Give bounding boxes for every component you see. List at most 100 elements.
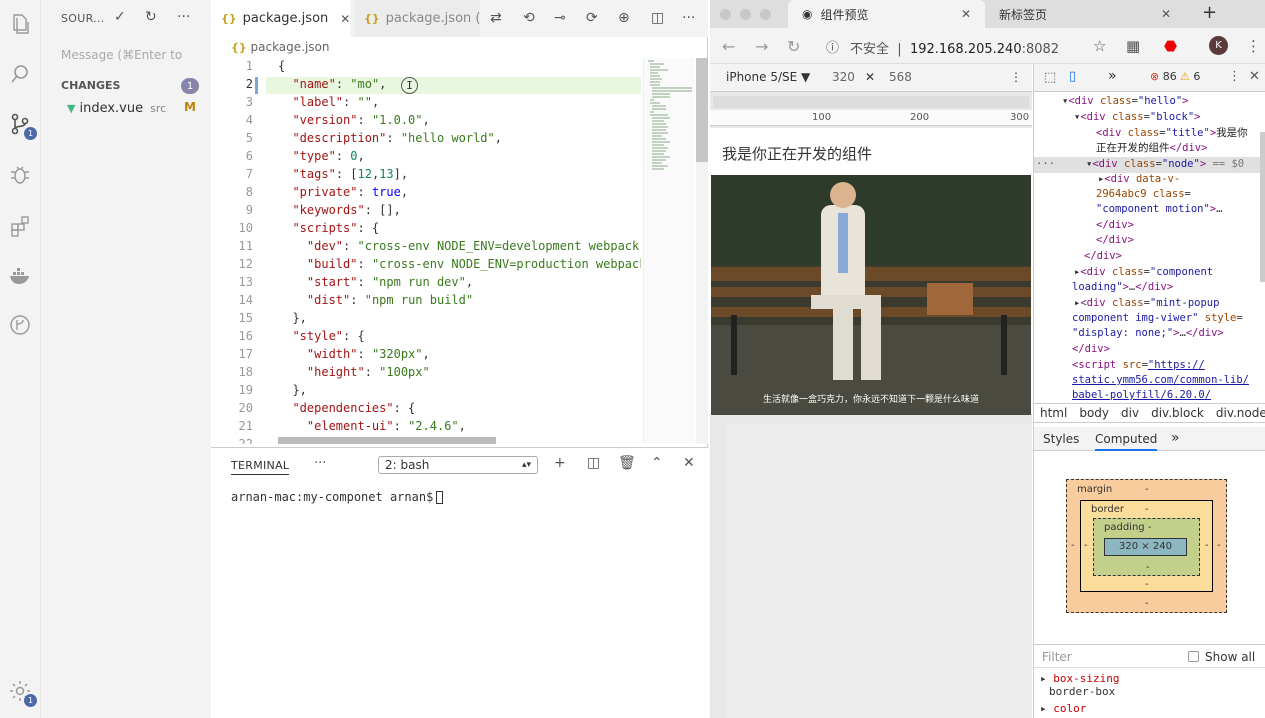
changes-header[interactable]: CHANGES: [61, 79, 120, 92]
code-line[interactable]: "tags": [12,13],: [278, 167, 408, 181]
dom-line[interactable]: </div>: [1084, 249, 1122, 265]
forward-arrow-icon[interactable]: →: [755, 37, 768, 56]
dom-line[interactable]: ▾<div class="hello">: [1062, 94, 1188, 110]
qr-code-icon[interactable]: ▦: [1126, 37, 1140, 55]
code-line[interactable]: "name": "mo",: [278, 77, 386, 91]
split-editor-icon[interactable]: ◫: [651, 10, 664, 26]
settings-gear-icon[interactable]: 1: [6, 677, 37, 707]
dom-line[interactable]: loading">…</div>: [1072, 280, 1173, 296]
git-graph-icon[interactable]: [6, 311, 34, 339]
code-line[interactable]: },: [278, 311, 306, 325]
code-line[interactable]: "style": {: [278, 329, 364, 343]
window-zoom-dot[interactable]: [760, 9, 771, 20]
tab-package-json[interactable]: {} package.json ✕: [211, 0, 350, 37]
crumb-div[interactable]: div: [1121, 406, 1139, 420]
more-tabs-icon[interactable]: »: [1108, 68, 1117, 84]
show-all-checkbox[interactable]: [1188, 651, 1199, 662]
horizontal-scrollbar[interactable]: [278, 437, 496, 444]
elements-tree[interactable]: ▾<div class="hello"> ▾<div class="block"…: [1034, 92, 1265, 404]
terminal-prompt[interactable]: arnan-mac:my-componet arnan$: [231, 490, 444, 504]
code-line[interactable]: "label": "",: [278, 95, 379, 109]
dom-line[interactable]: <div class="title">我是你: [1096, 126, 1248, 142]
device-width-input[interactable]: 320: [832, 70, 855, 84]
terminal-tab[interactable]: TERMINAL: [231, 459, 290, 475]
code-line[interactable]: "width": "320px",: [278, 347, 430, 361]
close-icon[interactable]: ✕: [961, 7, 971, 21]
breadcrumb[interactable]: {} package.json: [231, 40, 330, 54]
source-control-icon[interactable]: 1: [6, 110, 37, 140]
code-line[interactable]: "dev": "cross-env NODE_ENV=development w…: [278, 239, 641, 253]
window-minimize-dot[interactable]: [740, 9, 751, 20]
code-line[interactable]: "description": "hello world",: [278, 131, 502, 145]
device-height-input[interactable]: 568: [889, 70, 912, 84]
terminal-select[interactable]: 2: bash ▴▾: [378, 456, 538, 474]
dom-line[interactable]: </div>: [1072, 342, 1110, 358]
crumb-div-node[interactable]: div.node: [1216, 406, 1265, 420]
code-line[interactable]: "build": "cross-env NODE_ENV=production …: [278, 257, 641, 271]
device-select[interactable]: iPhone 5/SE ▼: [726, 70, 810, 84]
forrest-gump-photo[interactable]: 生活就像一盒巧克力，你永远不知道下一颗是什么味道: [711, 175, 1031, 415]
reload-icon[interactable]: ↻: [787, 37, 800, 56]
dom-line[interactable]: ▸<div data-v-: [1098, 172, 1180, 188]
dom-line[interactable]: "component motion">…: [1096, 202, 1222, 218]
devtools-menu-icon[interactable]: ⋮: [1228, 69, 1241, 84]
compare-changes-icon[interactable]: ⇄: [490, 10, 502, 26]
code-line[interactable]: "type": 0,: [278, 149, 364, 163]
dom-line[interactable]: <script src="https://: [1072, 358, 1205, 374]
close-icon[interactable]: ✕: [1249, 69, 1260, 84]
box-model-content[interactable]: 320 × 240: [1104, 538, 1187, 556]
computed-prop-box-sizing[interactable]: ▸ box-sizing: [1040, 672, 1119, 685]
dom-line[interactable]: babel-polyfill/6.20.0/: [1072, 388, 1211, 404]
split-terminal-icon[interactable]: ◫: [587, 455, 600, 471]
browser-tab-new[interactable]: 新标签页 ✕: [985, 0, 1185, 28]
extensions-icon[interactable]: [6, 212, 34, 240]
warning-count[interactable]: ⚠ 6: [1180, 70, 1200, 83]
previous-change-icon[interactable]: ⟲: [523, 10, 535, 26]
more-actions-icon[interactable]: ···: [314, 456, 326, 471]
address-bar[interactable]: 不安全 | 192.168.205.240:8082: [850, 38, 1059, 57]
dom-line[interactable]: 2964abc9 class=: [1096, 187, 1191, 203]
back-arrow-icon[interactable]: ←: [722, 37, 735, 56]
tab-styles[interactable]: Styles: [1043, 432, 1079, 446]
adblock-icon[interactable]: ⬣: [1164, 37, 1177, 55]
tab-computed[interactable]: Computed: [1095, 432, 1158, 451]
search-icon[interactable]: [6, 60, 34, 88]
device-options-icon[interactable]: ⋮: [1010, 70, 1022, 84]
close-icon[interactable]: ✕: [1161, 7, 1171, 21]
explorer-icon[interactable]: [6, 10, 34, 38]
chrome-menu-icon[interactable]: ⋮: [1246, 37, 1261, 55]
dom-line[interactable]: </div>: [1096, 218, 1134, 234]
dom-line[interactable]: ▸<div class="mint-popup: [1074, 296, 1219, 312]
close-icon[interactable]: ✕: [683, 455, 695, 471]
more-tabs-icon[interactable]: »: [1171, 430, 1180, 446]
crumb-html[interactable]: html: [1040, 406, 1067, 420]
git-lens-icon[interactable]: ⊕: [618, 10, 630, 26]
browser-tab-preview[interactable]: ◉ 组件预览 ✕: [788, 0, 985, 28]
device-toggle-icon[interactable]: ▯: [1069, 69, 1076, 84]
dom-line-selected[interactable]: ··· ▾<div class="node"> == $0: [1034, 157, 1265, 173]
dom-line[interactable]: 正在开发的组件</div>: [1096, 141, 1207, 157]
code-line[interactable]: {: [278, 59, 285, 73]
code-line[interactable]: "dist": "npm run build": [278, 293, 473, 307]
close-icon[interactable]: ✕: [340, 12, 350, 26]
code-line[interactable]: "height": "100px": [278, 365, 430, 379]
dom-line[interactable]: static.ymm56.com/common-lib/: [1072, 373, 1249, 389]
docker-icon[interactable]: [6, 262, 34, 290]
maximize-panel-icon[interactable]: ⌃: [651, 455, 663, 471]
dom-line[interactable]: ▾<div class="block">: [1074, 110, 1200, 126]
dom-line[interactable]: ▸<div class="component: [1074, 265, 1213, 281]
crumb-body[interactable]: body: [1079, 406, 1109, 420]
minimap[interactable]: [643, 58, 695, 444]
more-actions-icon[interactable]: ···: [682, 10, 695, 26]
dom-scrollbar[interactable]: [1260, 132, 1265, 282]
code-line[interactable]: },: [278, 383, 306, 397]
crumb-div-block[interactable]: div.block: [1151, 406, 1204, 420]
window-close-dot[interactable]: [720, 9, 731, 20]
computed-prop-color[interactable]: ▸ color: [1040, 702, 1086, 715]
dom-line[interactable]: </div>: [1096, 233, 1134, 249]
new-tab-button[interactable]: +: [1202, 2, 1217, 23]
debug-icon[interactable]: [6, 161, 34, 189]
code-line[interactable]: "keywords": [],: [278, 203, 400, 217]
box-model-border[interactable]: border - - - - padding - - 320 × 240: [1080, 500, 1213, 592]
refresh-icon[interactable]: ↻: [145, 9, 157, 25]
